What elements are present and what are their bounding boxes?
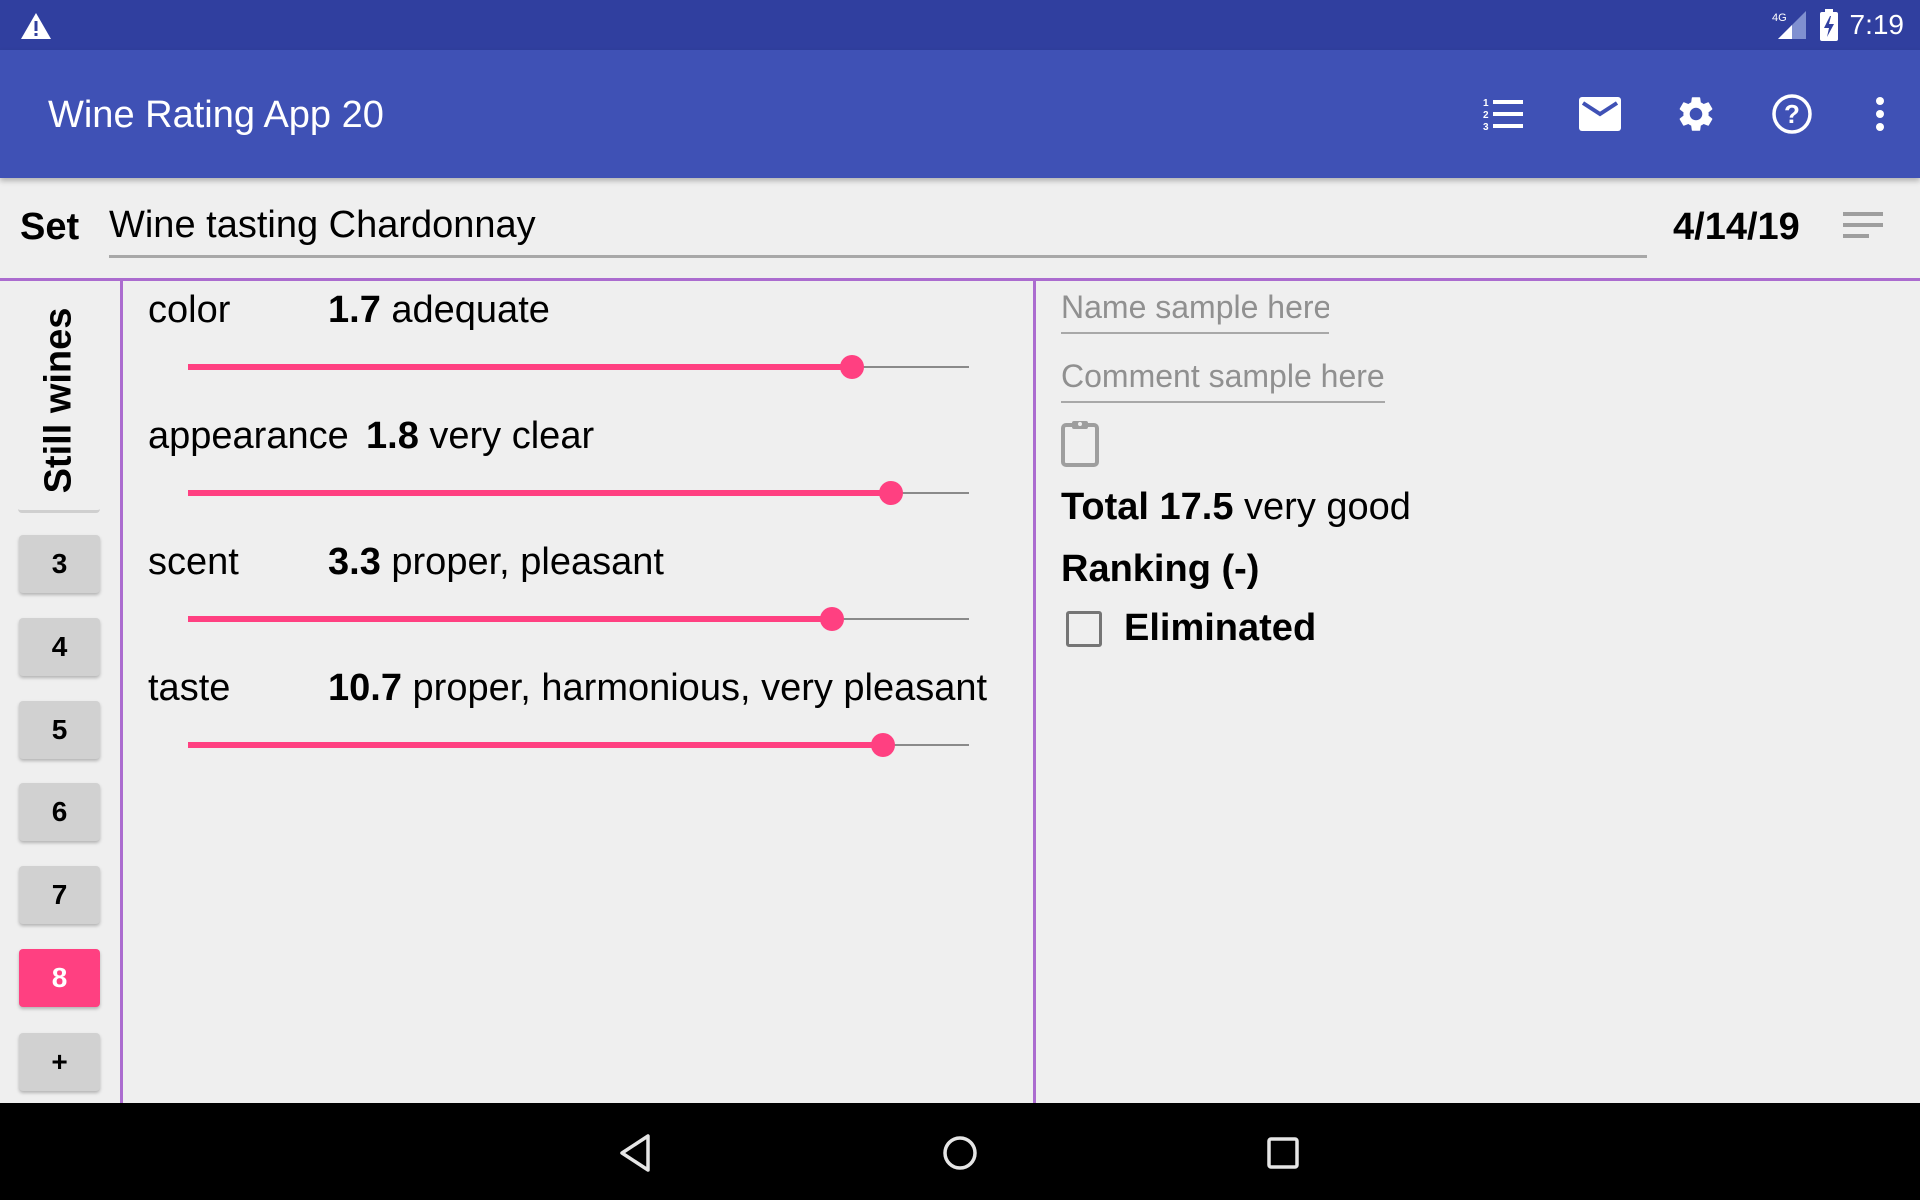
add-sample-button[interactable]: + [19,1033,100,1091]
home-icon [943,1136,977,1170]
slider-fill [188,616,833,622]
sample-button-5[interactable]: 5 [19,701,100,759]
criterion-description: proper, pleasant [391,541,664,583]
email-button[interactable] [1552,66,1648,162]
criterion-score: 1.7 [328,289,381,331]
criterion-name: color [148,289,231,331]
criterion-description: adequate [391,289,550,331]
criterion-value: 1.7 adequate [328,289,550,332]
criterion-color: color 1.7 adequate [123,283,1033,409]
taste-slider[interactable] [188,731,969,761]
ranking-list-button[interactable]: 1 2 3 [1456,66,1552,162]
checkbox-box[interactable] [1066,610,1102,647]
criterion-value: 3.3 proper, pleasant [328,541,664,584]
criterion-score: 3.3 [328,541,381,583]
help-button[interactable]: ? [1744,66,1840,162]
recents-button[interactable] [1253,1123,1313,1183]
color-slider[interactable] [188,353,969,383]
sample-button-8[interactable]: 8 [19,949,100,1007]
app-title: Wine Rating App 20 [48,94,384,136]
slider-thumb[interactable] [820,607,845,631]
svg-text:2: 2 [1483,110,1489,121]
status-bar: 4G 7:19 [0,0,1920,50]
set-row: Set 4/14/19 [0,178,1920,278]
more-vert-icon [1876,97,1884,131]
set-label: Set [20,206,80,248]
svg-text:?: ? [1784,99,1800,129]
clock: 7:19 [1849,9,1905,40]
sample-detail-panel: Total 17.5 very good Ranking (-) Elimina… [1036,281,1920,1103]
set-date[interactable]: 4/14/19 [1673,206,1800,249]
warning-icon [21,13,51,39]
clipboard-icon[interactable] [1061,419,1099,467]
svg-text:1: 1 [1483,98,1489,109]
sample-button-7[interactable]: 7 [19,866,100,924]
sample-button-6[interactable]: 6 [19,783,100,841]
back-button[interactable] [605,1123,665,1183]
sample-tabs: Still wines 3 4 5 6 7 8 + [0,281,120,1103]
battery-charging-icon [1819,9,1838,41]
criterion-appearance: appearance 1.8 very clear [123,409,1033,535]
sort-icon[interactable] [1843,210,1883,240]
criterion-name: scent [148,541,239,583]
set-name-input[interactable] [109,202,1647,258]
home-button[interactable] [930,1123,990,1183]
total-description: very good [1244,486,1411,528]
criterion-name: taste [148,667,231,709]
signal-icon: 4G [1772,11,1806,39]
criterion-value: 10.7 proper, harmonious, very pleasant [328,667,987,710]
criteria-panel: color 1.7 adequate appearance 1.8 very c… [123,281,1033,1103]
gear-icon [1679,97,1713,131]
network-type: 4G [1772,12,1787,24]
slider-thumb[interactable] [878,481,903,505]
slider-fill [188,742,884,748]
total-label: Total 17.5 [1061,486,1234,528]
slider-fill [188,364,852,370]
sample-button-4[interactable]: 4 [19,618,100,676]
category-tab-still-wines[interactable]: Still wines [18,291,100,513]
criterion-scent: scent 3.3 proper, pleasant [123,535,1033,661]
help-circle-icon: ? [1772,94,1812,134]
category-tab-label: Still wines [37,307,80,494]
recents-icon [1267,1137,1299,1169]
svg-text:3: 3 [1483,122,1489,132]
criterion-name: appearance [148,415,349,457]
sample-comment-input[interactable] [1061,358,1385,403]
eliminated-checkbox[interactable]: Eliminated [1066,607,1316,650]
total-score: Total 17.5 very good [1061,486,1411,529]
system-nav-bar [0,1103,1920,1200]
eliminated-label: Eliminated [1124,607,1317,649]
ranking: Ranking (-) [1061,548,1260,590]
back-icon [620,1134,650,1172]
criterion-score: 1.8 [366,415,419,457]
settings-button[interactable] [1648,66,1744,162]
numbered-list-icon: 1 2 3 [1483,98,1523,132]
sample-name-input[interactable] [1061,289,1329,334]
criterion-description: very clear [429,415,595,457]
mail-icon [1579,97,1621,131]
slider-fill [188,490,891,496]
scent-slider[interactable] [188,605,969,635]
slider-thumb[interactable] [839,355,864,379]
appearance-slider[interactable] [188,479,969,509]
criterion-value: 1.8 very clear [366,415,594,458]
slider-thumb[interactable] [871,733,896,757]
app-bar: Wine Rating App 20 1 2 3 ? [0,50,1920,178]
criterion-description: proper, harmonious, very pleasant [412,667,988,709]
criterion-taste: taste 10.7 proper, harmonious, very plea… [123,661,1033,787]
overflow-menu-button[interactable] [1840,66,1920,162]
criterion-score: 10.7 [328,667,402,709]
sample-button-3[interactable]: 3 [19,535,100,593]
